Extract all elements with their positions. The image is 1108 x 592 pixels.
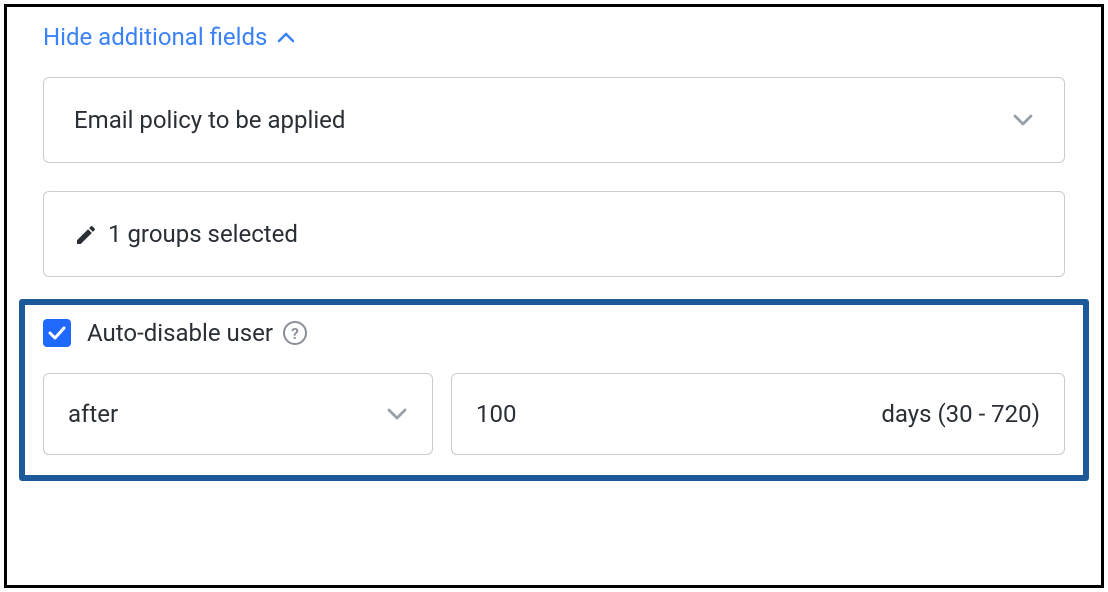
toggle-label: Hide additional fields	[43, 23, 267, 51]
pencil-icon	[74, 223, 96, 245]
email-policy-select[interactable]: Email policy to be applied	[43, 77, 1065, 163]
groups-text: 1 groups selected	[108, 220, 298, 248]
auto-disable-label: Auto-disable user	[87, 319, 273, 347]
help-icon[interactable]: ?	[283, 321, 307, 345]
days-suffix: days (30 - 720)	[881, 400, 1040, 428]
groups-selected-box[interactable]: 1 groups selected	[43, 191, 1065, 277]
auto-disable-checkbox[interactable]	[43, 319, 71, 347]
days-value: 100	[476, 400, 516, 428]
email-policy-placeholder: Email policy to be applied	[74, 106, 345, 134]
auto-disable-timing-select[interactable]: after	[43, 373, 433, 455]
hide-additional-fields-toggle[interactable]: Hide additional fields	[43, 23, 295, 51]
chevron-down-icon	[1012, 113, 1034, 127]
timing-value: after	[68, 400, 118, 428]
auto-disable-section: Auto-disable user ? after 100 days (30 -…	[19, 299, 1089, 481]
auto-disable-days-input[interactable]: 100 days (30 - 720)	[451, 373, 1065, 455]
chevron-down-icon	[386, 407, 408, 421]
chevron-up-icon	[277, 32, 295, 43]
